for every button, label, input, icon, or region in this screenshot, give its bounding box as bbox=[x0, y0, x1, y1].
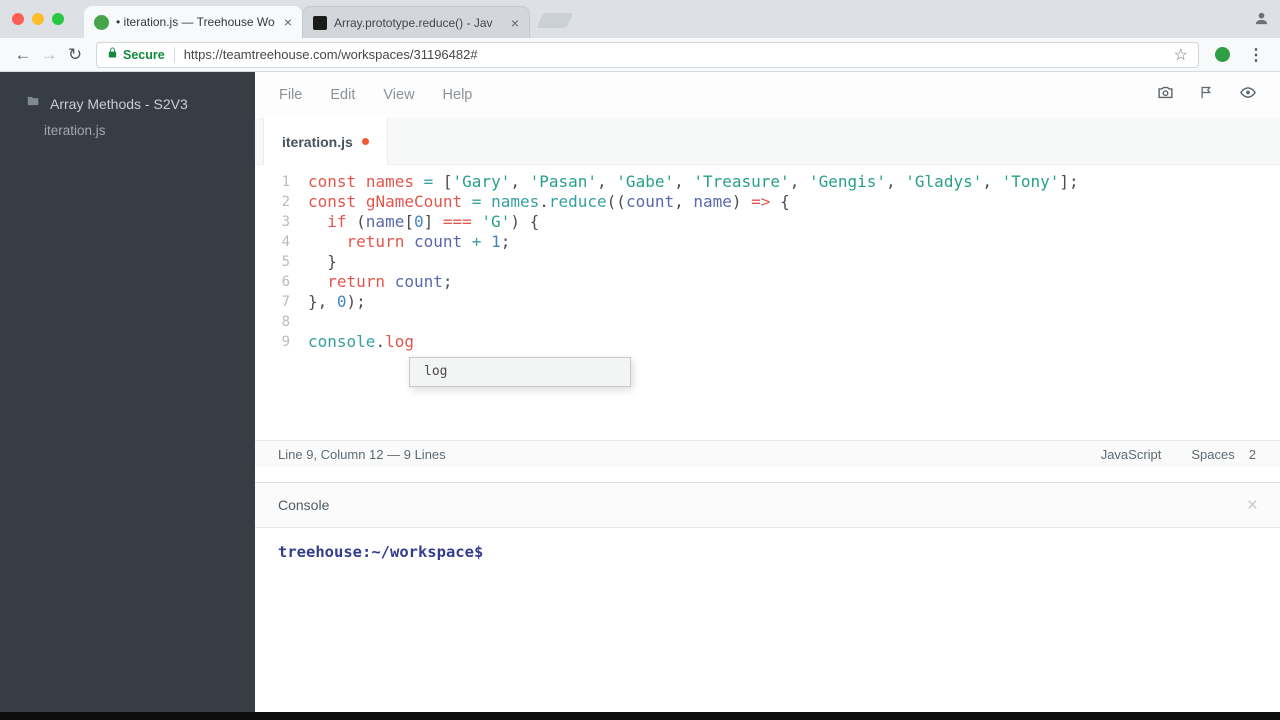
code-line[interactable]: 3 if (name[0] === 'G') { bbox=[255, 212, 1280, 232]
menu-bar: File Edit View Help bbox=[255, 72, 1280, 118]
sidebar-project[interactable]: Array Methods - S2V3 bbox=[0, 94, 255, 113]
browser-tab-workspace[interactable]: • iteration.js — Treehouse Wo × bbox=[84, 6, 302, 38]
back-icon[interactable]: ← bbox=[10, 45, 36, 65]
flag-icon[interactable] bbox=[1199, 84, 1214, 106]
code-editor[interactable]: 1 const names = ['Gary', 'Pasan', 'Gabe',… bbox=[255, 165, 1280, 440]
panel-spacer bbox=[255, 467, 1280, 482]
treehouse-favicon-icon bbox=[94, 14, 109, 30]
console-header: Console × bbox=[255, 483, 1280, 528]
forward-icon[interactable]: → bbox=[36, 45, 62, 65]
code-line[interactable]: 5 } bbox=[255, 252, 1280, 272]
indent-type-selector[interactable]: Spaces bbox=[1191, 447, 1234, 462]
code-text: console.log bbox=[308, 332, 414, 351]
new-tab-button[interactable] bbox=[536, 13, 574, 28]
mdn-favicon-icon bbox=[313, 15, 327, 30]
code-text: }, 0); bbox=[308, 292, 366, 311]
browser-tab-mdn[interactable]: Array.prototype.reduce() - Jav × bbox=[302, 6, 530, 38]
eye-icon[interactable] bbox=[1238, 84, 1258, 106]
code-line[interactable]: 4 return count + 1; bbox=[255, 232, 1280, 252]
editor-tab-label: iteration.js bbox=[282, 133, 353, 150]
folder-icon bbox=[26, 94, 40, 113]
line-number: 8 bbox=[281, 314, 290, 330]
browser-toolbar: ← → ↻ Secure https://teamtreehouse.com/w… bbox=[0, 38, 1280, 72]
line-number: 1 bbox=[281, 174, 290, 190]
browser-tab-strip: • iteration.js — Treehouse Wo × Array.pr… bbox=[0, 0, 1280, 38]
console-close-icon[interactable]: × bbox=[1247, 496, 1258, 515]
project-name: Array Methods - S2V3 bbox=[50, 95, 188, 112]
editor-tab-bar: iteration.js bbox=[255, 118, 1280, 165]
line-number: 9 bbox=[281, 334, 290, 350]
code-text: if (name[0] === 'G') { bbox=[327, 212, 540, 231]
workspace-main: File Edit View Help iteration.js 1 const… bbox=[255, 72, 1280, 712]
sidebar-file-iteration-js[interactable]: iteration.js bbox=[0, 123, 255, 138]
code-text: return count + 1; bbox=[346, 232, 511, 251]
address-bar[interactable]: Secure https://teamtreehouse.com/workspa… bbox=[96, 41, 1199, 68]
code-line[interactable]: 9 console.log bbox=[255, 332, 1280, 352]
line-number: 5 bbox=[281, 254, 290, 270]
omnibox-divider bbox=[173, 46, 175, 63]
chrome-menu-icon[interactable]: ⋮ bbox=[1242, 45, 1270, 65]
code-text: const gNameCount = names.reduce((count, … bbox=[308, 192, 790, 211]
status-right: JavaScript Spaces 2 bbox=[1101, 447, 1256, 462]
cursor-position-label: Line 9, Column 12 — 9 Lines bbox=[278, 446, 446, 462]
line-number: 2 bbox=[281, 194, 290, 210]
editor-tab-iteration-js[interactable]: iteration.js bbox=[263, 118, 388, 165]
browser-tab-title: Array.prototype.reduce() - Jav bbox=[334, 15, 493, 30]
extension-icon[interactable] bbox=[1215, 47, 1230, 62]
console-tab[interactable]: Console bbox=[278, 497, 329, 513]
window-controls bbox=[12, 13, 64, 25]
unsaved-dot-icon bbox=[361, 138, 369, 145]
menu-file[interactable]: File bbox=[279, 87, 302, 103]
editor-status-bar: Line 9, Column 12 — 9 Lines JavaScript S… bbox=[255, 440, 1280, 467]
window-zoom-button[interactable] bbox=[52, 13, 64, 25]
code-line[interactable]: 1 const names = ['Gary', 'Pasan', 'Gabe',… bbox=[255, 172, 1280, 192]
code-lines: 1 const names = ['Gary', 'Pasan', 'Gabe',… bbox=[255, 172, 1280, 352]
menu-edit[interactable]: Edit bbox=[330, 87, 355, 103]
security-label: Secure bbox=[123, 47, 165, 62]
code-text: } bbox=[308, 252, 337, 271]
terminal-prompt: treehouse:~/workspace$ bbox=[278, 543, 484, 561]
code-text: const names = ['Gary', 'Pasan', 'Gabe', … bbox=[308, 172, 1079, 191]
line-number: 4 bbox=[281, 234, 290, 250]
menu-help[interactable]: Help bbox=[443, 87, 473, 103]
console-panel: Console × treehouse:~/workspace$ bbox=[255, 482, 1280, 712]
code-line[interactable]: 8 bbox=[255, 312, 1280, 332]
bottom-video-bar bbox=[0, 712, 1280, 720]
lock-icon bbox=[107, 46, 118, 64]
autocomplete-item-log[interactable]: log bbox=[410, 358, 630, 386]
reload-icon[interactable]: ↻ bbox=[62, 45, 88, 65]
tab-close-icon[interactable]: × bbox=[284, 15, 292, 29]
line-number: 3 bbox=[281, 214, 290, 230]
tab-close-icon[interactable]: × bbox=[511, 16, 519, 30]
workspace-app: Array Methods - S2V3 iteration.js File E… bbox=[0, 72, 1280, 712]
line-number: 6 bbox=[281, 274, 290, 290]
autocomplete-popup: log bbox=[409, 357, 631, 387]
code-line[interactable]: 7 }, 0); bbox=[255, 292, 1280, 312]
code-line[interactable]: 2 const gNameCount = names.reduce((count,… bbox=[255, 192, 1280, 212]
code-text: return count; bbox=[327, 272, 453, 291]
line-number: 7 bbox=[281, 294, 290, 310]
url-text: https://teamtreehouse.com/workspaces/311… bbox=[183, 47, 478, 62]
menu-view[interactable]: View bbox=[383, 87, 414, 103]
profile-icon[interactable] bbox=[1253, 10, 1270, 32]
language-selector[interactable]: JavaScript bbox=[1101, 447, 1162, 462]
file-sidebar: Array Methods - S2V3 iteration.js bbox=[0, 72, 255, 712]
code-line[interactable]: 6 return count; bbox=[255, 272, 1280, 292]
camera-icon[interactable] bbox=[1156, 84, 1175, 106]
workspace-toolbar-icons bbox=[1156, 84, 1280, 106]
terminal[interactable]: treehouse:~/workspace$ bbox=[255, 528, 1280, 712]
bookmark-star-icon[interactable]: ☆ bbox=[1174, 45, 1188, 65]
window-minimize-button[interactable] bbox=[32, 13, 44, 25]
browser-tabs: • iteration.js — Treehouse Wo × Array.pr… bbox=[84, 0, 1280, 38]
window-close-button[interactable] bbox=[12, 13, 24, 25]
indent-size-selector[interactable]: 2 bbox=[1249, 447, 1256, 462]
browser-tab-title: • iteration.js — Treehouse Wo bbox=[116, 15, 275, 29]
